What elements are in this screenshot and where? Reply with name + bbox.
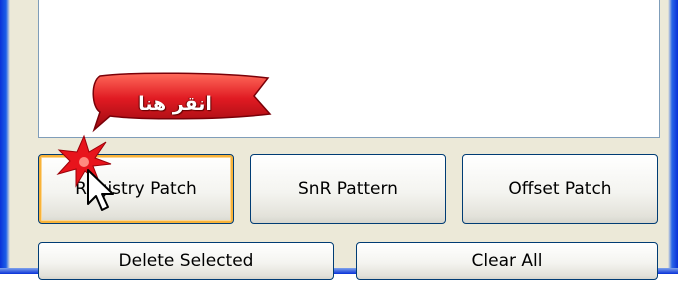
snr-pattern-button[interactable]: SnR Pattern	[250, 154, 446, 224]
delete-selected-button[interactable]: Delete Selected	[38, 242, 334, 280]
window-frame-left	[0, 0, 10, 272]
snr-pattern-label: SnR Pattern	[298, 179, 398, 199]
offset-patch-button[interactable]: Offset Patch	[462, 154, 658, 224]
callout-text: انقر هنا	[138, 93, 212, 115]
window-frame-right	[668, 0, 678, 272]
clear-all-button[interactable]: Clear All	[356, 242, 658, 280]
clear-all-label: Clear All	[471, 251, 543, 271]
mouse-pointer-icon	[87, 169, 114, 211]
delete-selected-label: Delete Selected	[118, 251, 254, 271]
offset-patch-label: Offset Patch	[508, 179, 612, 199]
